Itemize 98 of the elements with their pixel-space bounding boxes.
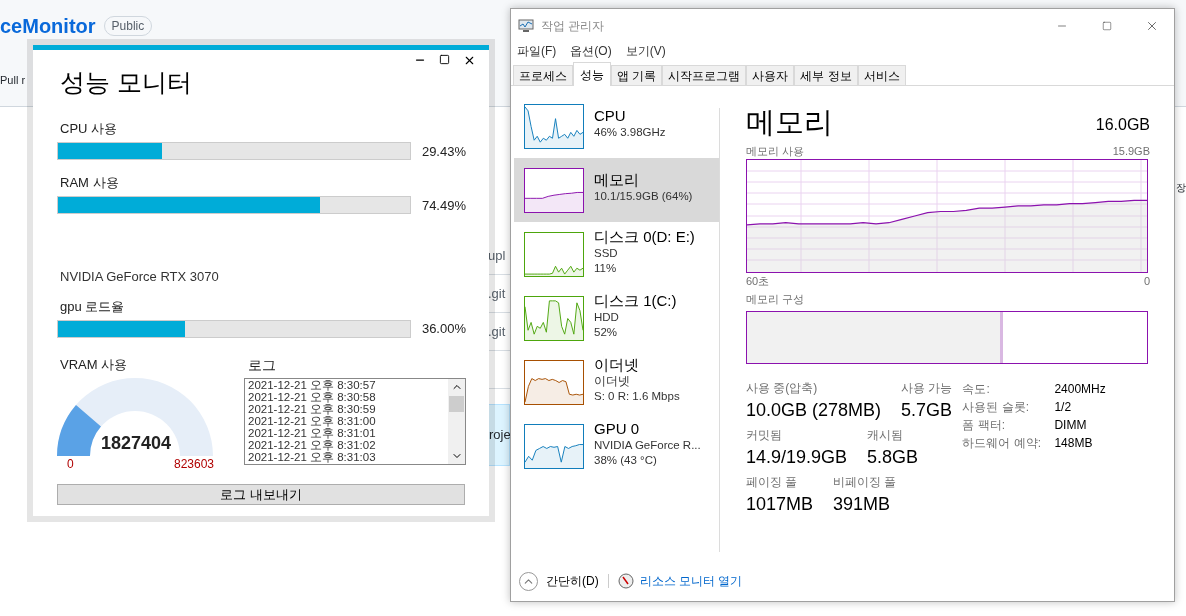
log-label: 로그: [248, 355, 277, 375]
spec-label: 사용된 슬롯:: [962, 399, 1031, 416]
tab[interactable]: 사용자: [746, 65, 795, 85]
resource-item[interactable]: 메모리 10.1/15.9GB (64%): [514, 158, 719, 222]
resource-detail: 38% (43 °C): [594, 452, 658, 468]
repo-name-link[interactable]: ceMonitor: [0, 16, 96, 36]
resource-item[interactable]: GPU 0 NVIDIA GeForce R... 38% (43 °C): [514, 414, 719, 478]
gauge-label: VRAM 사용: [60, 355, 129, 374]
log-list[interactable]: 2021-12-21 오후 8:30:57 2021-12-21 오후 8:30:58 2021-12-21 오후 8:30:59 2021-12-21 오후 8:31:00 2021-12-21 오후 8:31:01 2021-12-21 오후 8:31:02 2021-12-21 오후 8:31:03: [244, 377, 466, 465]
maximize-icon: [1101, 20, 1112, 31]
stat-label: 사용 중(압축): [746, 380, 819, 396]
stat-value: 5.8GB: [867, 446, 919, 469]
resource-item[interactable]: 디스크 0(D: E:) SSD 11%: [514, 222, 719, 286]
export-log-button[interactable]: 로그 내보내기: [57, 484, 465, 505]
resource-detail: HDD: [594, 309, 620, 325]
stat-label: 캐시됨: [867, 427, 905, 443]
resource-detail: 52%: [594, 324, 619, 340]
tab[interactable]: 시작프로그램: [662, 65, 747, 85]
stat-label: 커밋됨: [746, 427, 783, 443]
meter-reading: 36.00%: [421, 320, 466, 338]
resource-detail: 이더넷: [594, 373, 631, 389]
gpu-name: NVIDIA GeForce RTX 3070: [60, 268, 220, 286]
log-line: 2021-12-21 오후 8:30:57: [248, 378, 377, 391]
stat-label: 사용 가능: [901, 380, 953, 396]
close-icon[interactable]: [463, 54, 476, 67]
resource-name: GPU 0: [594, 418, 640, 438]
spec-label: 폼 팩터:: [962, 417, 1007, 434]
menu-item[interactable]: 보기(V): [625, 42, 666, 60]
window-title: 성능 모니터: [60, 70, 193, 95]
stat-label: 비페이징 풀: [833, 474, 897, 490]
log-line: 2021-12-21 오후 8:31:01: [248, 426, 377, 439]
stat-value: 391MB: [833, 493, 892, 516]
resource-item[interactable]: 디스크 1(C:) HDD 52%: [514, 286, 719, 350]
gauge-max: 823603: [173, 458, 214, 470]
meter-label: gpu 로드율: [60, 297, 126, 316]
resource-detail: S: 0 R: 1.6 Mbps: [594, 388, 680, 404]
scroll-thumb[interactable]: [449, 395, 464, 412]
spec-value: DIMM: [1054, 417, 1088, 434]
axis-start-label: 60초: [746, 274, 770, 289]
resource-detail: 11%: [594, 260, 618, 276]
axis-end-label: 0: [1143, 274, 1150, 289]
spec-value: 1/2: [1054, 399, 1073, 416]
tab[interactable]: 세부 정보: [794, 65, 858, 85]
spec-value: 2400MHz: [1054, 381, 1106, 398]
monitor-chart-icon: [518, 18, 534, 33]
spec-label: 하드웨어 예약:: [962, 435, 1043, 452]
stat-label: 페이징 풀: [746, 474, 799, 490]
resource-name: CPU: [594, 106, 627, 125]
log-line: 2021-12-21 오후 8:31:02: [248, 438, 377, 451]
resource-detail: NVIDIA GeForce R...: [594, 437, 701, 453]
total-memory: 16.0GB: [1095, 115, 1150, 135]
meter-label: CPU 사용: [60, 120, 119, 138]
gauge-dial-icon: [617, 573, 634, 589]
file-link[interactable]: upl: [488, 245, 506, 266]
resource-item[interactable]: CPU 46% 3.98GHz: [514, 94, 719, 158]
resource-name: 디스크 1(C:): [594, 290, 677, 310]
spec-value: 148MB: [1054, 435, 1094, 452]
log-line: 2021-12-21 오후 8:31:03: [248, 450, 377, 463]
meter-label: RAM 사용: [60, 174, 120, 192]
detail-heading: 메모리: [746, 108, 833, 137]
tab[interactable]: 서비스: [857, 65, 906, 85]
resource-detail: 10.1/15.9GB (64%): [594, 189, 693, 204]
composition-label: 메모리 구성: [746, 292, 806, 307]
resource-item[interactable]: 이더넷 이더넷 S: 0 R: 1.6 Mbps: [514, 350, 719, 414]
banner-text: roje: [489, 426, 511, 445]
tab[interactable]: 프로세스: [513, 65, 573, 85]
resource-detail: SSD: [594, 245, 619, 261]
resource-detail: 46% 3.98GHz: [594, 125, 666, 140]
log-line: 2021-12-21 오후 8:30:58: [248, 390, 377, 403]
resource-name: 메모리: [594, 170, 640, 189]
file-link[interactable]: .git: [488, 321, 506, 342]
stat-value: 10.0GB (278MB): [746, 399, 882, 422]
gauge-value: 1827404: [99, 434, 173, 452]
menu-item[interactable]: 옵션(O): [570, 42, 612, 60]
scrollbar[interactable]: [448, 378, 465, 464]
spec-label: 속도:: [962, 381, 991, 398]
resource-monitor-link[interactable]: 리소스 모니터 열기: [639, 572, 743, 590]
stat-value: 5.7GB: [901, 399, 953, 422]
window-title: 작업 관리자: [541, 17, 605, 35]
file-link[interactable]: .git: [488, 283, 506, 304]
log-line: 2021-12-21 오후 8:31:00: [248, 414, 377, 427]
gauge-min: 0: [67, 458, 74, 470]
tab[interactable]: 성능: [573, 62, 611, 86]
collapse-button[interactable]: 간단히(D): [519, 571, 599, 591]
resource-name: 디스크 0(D: E:): [594, 226, 695, 246]
graph-label: 메모리 사용: [746, 144, 805, 159]
menu-item[interactable]: 파일(F): [517, 42, 557, 60]
resource-name: 이더넷: [594, 354, 640, 374]
meter-reading: 29.43%: [421, 142, 466, 161]
tab[interactable]: 앱 기록: [611, 65, 663, 85]
meter-reading: 74.49%: [421, 196, 466, 215]
log-line: 2021-12-21 오후 8:30:59: [248, 402, 377, 415]
graph-max: 15.9GB: [1112, 144, 1150, 159]
side-text: 장: [1176, 183, 1186, 193]
tab-link[interactable]: Pull r: [0, 72, 26, 89]
maximize-icon[interactable]: [439, 54, 450, 65]
stat-value: 1017MB: [746, 493, 814, 516]
stat-value: 14.9/19.9GB: [746, 446, 848, 469]
